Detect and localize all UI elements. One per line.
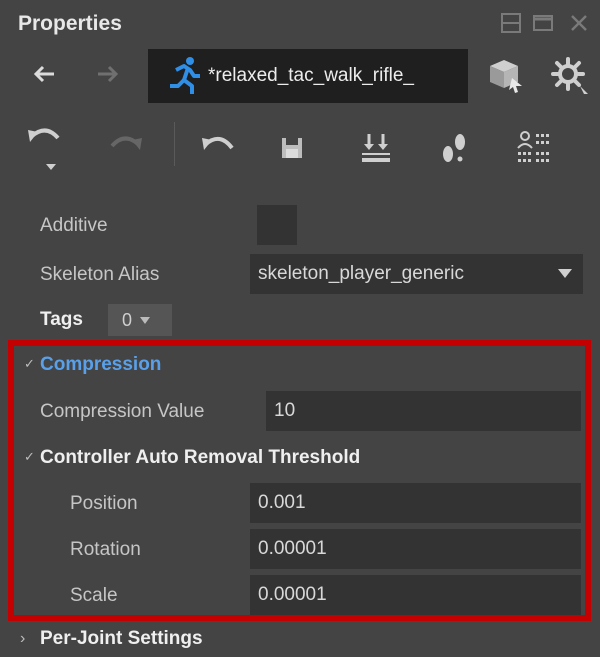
split-icon[interactable]	[498, 10, 524, 36]
highlight-box	[8, 340, 591, 621]
asset-name-text: *relaxed_tac_walk_rifle_	[208, 65, 414, 86]
maximize-icon[interactable]	[530, 10, 556, 36]
skeleton-alias-value: skeleton_player_generic	[258, 263, 464, 284]
settings-gear-icon[interactable]	[546, 52, 594, 100]
revert-icon[interactable]	[194, 124, 242, 172]
additive-checkbox[interactable]	[257, 205, 297, 245]
import-icon[interactable]	[352, 124, 400, 172]
redo-icon[interactable]	[102, 124, 150, 172]
title-bar: Properties	[0, 0, 600, 46]
undo-icon[interactable]	[22, 124, 70, 172]
chevron-down-icon	[140, 316, 151, 324]
back-arrow-icon[interactable]	[24, 54, 64, 94]
tags-label: Tags	[40, 309, 83, 330]
per-joint-settings-header[interactable]: Per-Joint Settings	[40, 628, 203, 650]
save-icon[interactable]	[268, 124, 316, 172]
toolbar-separator	[174, 122, 175, 166]
close-icon[interactable]	[566, 10, 592, 36]
properties-panel: Properties *relaxed_tac_walk_rifle_ Addi…	[0, 0, 600, 657]
asset-name-field[interactable]: *relaxed_tac_walk_rifle_	[148, 49, 468, 103]
asset-box-icon[interactable]	[482, 52, 530, 100]
panel-title: Properties	[18, 12, 122, 35]
tags-dropdown[interactable]: 0	[108, 304, 172, 336]
footsteps-icon[interactable]	[430, 124, 478, 172]
tags-value: 0	[122, 309, 133, 330]
skeleton-alias-label: Skeleton Alias	[40, 264, 160, 285]
expand-chevron-icon[interactable]: ›	[20, 630, 25, 648]
running-figure-icon	[162, 54, 206, 98]
additive-label: Additive	[40, 215, 108, 236]
forward-arrow-icon[interactable]	[88, 54, 128, 94]
chevron-down-icon[interactable]	[558, 269, 572, 278]
skeleton-alias-dropdown[interactable]: skeleton_player_generic	[250, 254, 583, 294]
list-grid-icon[interactable]	[510, 124, 558, 172]
